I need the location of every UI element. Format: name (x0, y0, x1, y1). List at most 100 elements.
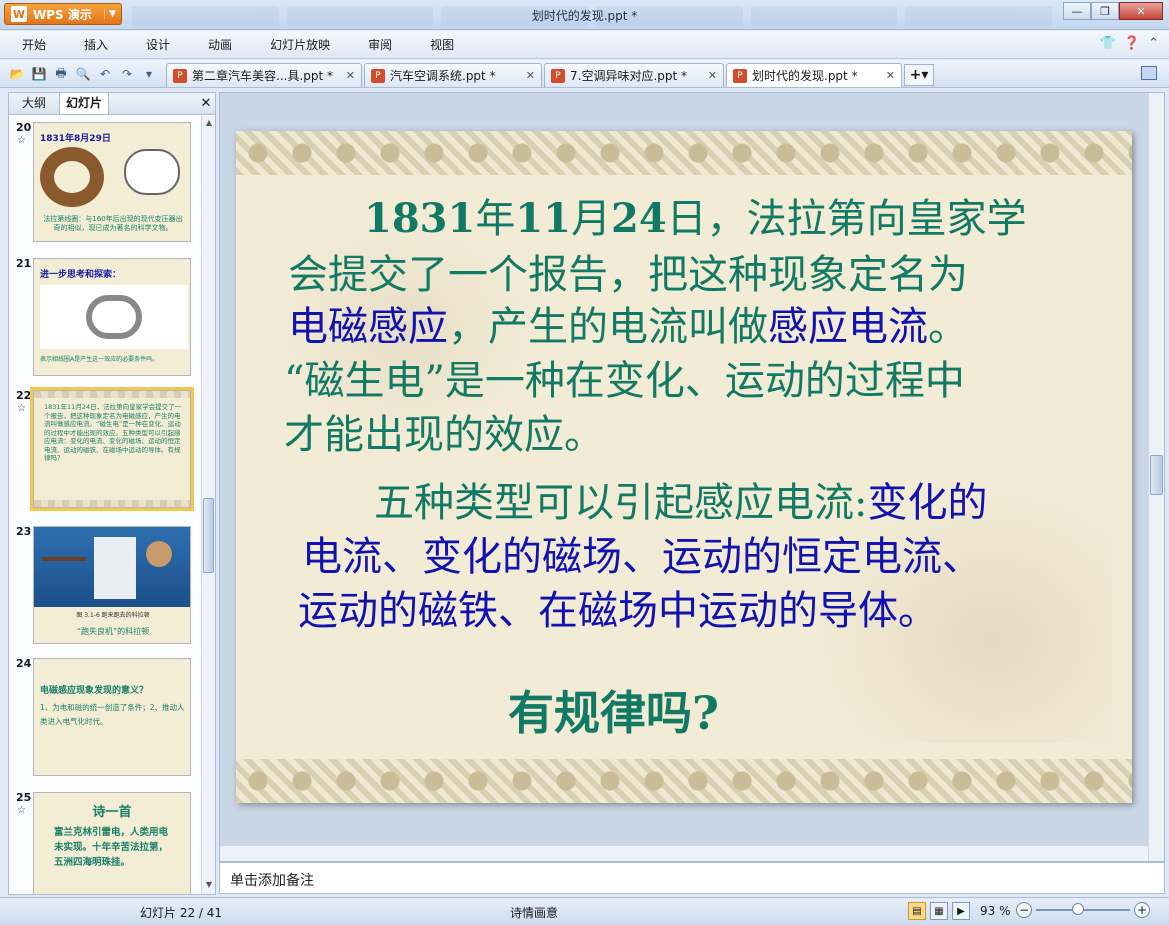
menu-item-design[interactable]: 设计 (146, 36, 170, 53)
slide-bottom-border (236, 759, 1132, 803)
scroll-thumb[interactable] (1150, 455, 1163, 495)
status-bar: 幻灯片 22 / 41 诗情画意 ▤ ▦ ▶ 93 % − + (0, 897, 1169, 925)
ppt-file-icon: P (551, 68, 565, 83)
quick-access-icons: 📂 💾 🖶 🔍 ↶ ↷ ▾ (8, 65, 158, 83)
animation-star-icon: ☆ (17, 403, 26, 414)
thumb-title: 诗一首 (92, 805, 132, 820)
minimize-button[interactable]: — (1063, 2, 1091, 20)
slide-thumbnail-23[interactable]: 23 图 3.1-6 跑来跑去的科拉顿 “跑失良机”的科拉顿 (9, 526, 199, 652)
menu-item-home[interactable]: 开始 (22, 36, 46, 53)
menu-bar: 开始 插入 设计 动画 幻灯片放映 审阅 视图 👕 ❓ ⌃ (0, 31, 1169, 59)
animation-star-icon: ☆ (17, 805, 26, 816)
animation-star-icon: ☆ (17, 135, 26, 146)
thumb-diagram (40, 285, 188, 349)
ppt-file-icon: P (371, 68, 385, 83)
document-tabs: P 第二章汽车美容...具.ppt * ✕ P 汽车空调系统.ppt * ✕ P… (166, 63, 934, 87)
zoom-out-button[interactable]: − (1016, 902, 1032, 918)
notes-pane[interactable]: 单击添加备注 (219, 862, 1165, 894)
doc-tab-label: 划时代的发现.ppt * (752, 69, 858, 83)
open-icon[interactable]: 📂 (8, 65, 26, 83)
menu-item-animation[interactable]: 动画 (208, 36, 232, 53)
circuit-diagram (124, 149, 180, 195)
zoom-in-button[interactable]: + (1134, 902, 1150, 918)
doc-tab-4-active[interactable]: P 划时代的发现.ppt * ✕ (726, 63, 902, 87)
slide-thumbnail-list: 20 ☆ 1831年8月29日 法拉第线圈：与160年后出现的现代变压器出奇的相… (9, 116, 201, 894)
close-panel-icon[interactable]: ✕ (197, 93, 215, 114)
slide-sorter-icon[interactable]: ▦ (930, 902, 948, 920)
scroll-up-icon[interactable]: ▲ (203, 118, 215, 130)
undo-icon[interactable]: ↶ (96, 65, 114, 83)
slide-number: 22 (16, 389, 32, 402)
normal-view-icon[interactable]: ▤ (908, 902, 926, 920)
collapse-ribbon-icon[interactable]: ⌃ (1148, 36, 1159, 51)
slide-preview: 进一步思考和探索： 表示相线圈A是产生这一效应的必要条件吗。 (33, 258, 191, 376)
menu-item-slideshow[interactable]: 幻灯片放映 (270, 36, 330, 53)
view-switcher: ▤ ▦ ▶ (908, 902, 970, 920)
thumb-title: 1831年8月29日 (40, 134, 111, 144)
slides-panel: 大纲 幻灯片 ✕ 20 ☆ 1831年8月29日 法拉第线圈：与160年后出现的… (8, 92, 216, 895)
doc-tab-3[interactable]: P 7.空调异味对应.ppt * ✕ (544, 63, 724, 87)
thumb-text: 1、为电和磁的统一创造了条件；2、推动人类进入电气化时代。 (40, 703, 185, 726)
editor-vertical-scrollbar[interactable] (1148, 93, 1164, 861)
editor-horizontal-scrollbar[interactable] (220, 845, 1148, 861)
thumb-text: 1831年11月24日，法拉第向皇家学会提交了一个报告，把这种现象定名为电磁感应… (44, 403, 182, 462)
window-layout-icon[interactable] (1141, 66, 1157, 80)
wps-app-menu-button[interactable]: W WPS 演示 ▼ (4, 3, 122, 25)
slide-thumbnail-24[interactable]: 24 电磁感应现象发现的意义？ 1、为电和磁的统一创造了条件；2、推动人类进入电… (9, 658, 199, 784)
panel-tabs: 大纲 幻灯片 ✕ (9, 93, 215, 115)
print-preview-icon[interactable]: 🔍 (74, 65, 92, 83)
slide-thumbnail-22-selected[interactable]: 22 ☆ 1831年11月24日，法拉第向皇家学会提交了一个报告，把这种现象定名… (9, 387, 199, 516)
thumb-text: 富兰克林引雷电，人类用电未实现。十年辛苦法拉第，五洲四海明珠挂。 (54, 827, 169, 868)
slide-question: 有规律吗? (508, 686, 719, 740)
quick-access-toolbar: 📂 💾 🖶 🔍 ↶ ↷ ▾ P 第二章汽车美容...具.ppt * ✕ P 汽车… (0, 60, 1169, 88)
slide-preview: 1831年11月24日，法拉第向皇家学会提交了一个报告，把这种现象定名为电磁感应… (30, 387, 194, 511)
window-controls: — ❐ ✕ (1063, 2, 1163, 20)
close-tab-icon[interactable]: ✕ (518, 69, 535, 82)
slide-number: 23 (16, 525, 32, 538)
slideshow-icon[interactable]: ▶ (952, 902, 970, 920)
close-window-button[interactable]: ✕ (1119, 2, 1163, 20)
scroll-down-icon[interactable]: ▼ (203, 880, 215, 892)
tab-outline[interactable]: 大纲 (9, 93, 59, 114)
close-tab-icon[interactable]: ✕ (700, 69, 717, 82)
print-icon[interactable]: 🖶 (52, 65, 70, 83)
help-icon[interactable]: ❓ (1124, 36, 1140, 51)
save-icon[interactable]: 💾 (30, 65, 48, 83)
tab-slides[interactable]: 幻灯片 (59, 93, 109, 114)
thumb-title: 进一步思考和探索： (40, 270, 122, 280)
doc-tab-2[interactable]: P 汽车空调系统.ppt * ✕ (364, 63, 542, 87)
panel-scrollbar[interactable]: ▲ ▼ (201, 116, 215, 894)
slide-top-border (236, 131, 1132, 175)
thumb-illustration (34, 527, 190, 607)
current-slide[interactable]: 1831年11月24日，法拉第向皇家学 会提交了一个报告，把这种现象定名为 电磁… (236, 131, 1132, 803)
slide-thumbnail-20[interactable]: 20 ☆ 1831年8月29日 法拉第线圈：与160年后出现的现代变压器出奇的相… (9, 122, 199, 248)
menu-item-review[interactable]: 审阅 (368, 36, 392, 53)
ppt-file-icon: P (733, 68, 747, 83)
doc-tab-1[interactable]: P 第二章汽车美容...具.ppt * ✕ (166, 63, 362, 87)
new-tab-button[interactable]: +▾ (904, 64, 934, 86)
zoom-slider-handle[interactable] (1072, 903, 1084, 915)
customize-dropdown-icon[interactable]: ▾ (140, 65, 158, 83)
slide-editor: 1831年11月24日，法拉第向皇家学 会提交了一个报告，把这种现象定名为 电磁… (219, 92, 1165, 862)
slide-thumbnail-21[interactable]: 21 进一步思考和探索： 表示相线圈A是产生这一效应的必要条件吗。 (9, 258, 199, 384)
close-tab-icon[interactable]: ✕ (878, 69, 895, 82)
close-tab-icon[interactable]: ✕ (338, 69, 355, 82)
redo-icon[interactable]: ↷ (118, 65, 136, 83)
scroll-thumb[interactable] (203, 498, 214, 573)
slide-line-7: 电流、变化的磁场、运动的恒定电流、 (302, 534, 982, 580)
theme-name: 诗情画意 (510, 906, 559, 920)
menu-item-insert[interactable]: 插入 (84, 36, 108, 53)
slide-line-8: 运动的磁铁、在磁场中运动的导体。 (298, 588, 938, 634)
window-title: 划时代的发现.ppt * (531, 9, 638, 23)
restore-button[interactable]: ❐ (1091, 2, 1119, 20)
thumb-text: 法拉第线圈：与160年后出现的现代变压器出奇的相似，现已成为著名的科学文物。 (43, 215, 183, 232)
slide-preview: 1831年8月29日 法拉第线圈：与160年后出现的现代变压器出奇的相似，现已成… (33, 122, 191, 242)
slide-number: 25 (16, 791, 32, 804)
shirt-icon[interactable]: 👕 (1100, 36, 1116, 51)
menu-item-view[interactable]: 视图 (430, 36, 454, 53)
slide-line-4: “磁生电”是一种在变化、运动的过程中 (284, 358, 965, 404)
slide-line-2: 会提交了一个报告，把这种现象定名为 (288, 252, 968, 298)
slide-position: 幻灯片 22 / 41 (140, 906, 223, 920)
slide-thumbnail-25[interactable]: 25 ☆ 诗一首 富兰克林引雷电，人类用电未实现。十年辛苦法拉第，五洲四海明珠挂… (9, 792, 199, 894)
chevron-down-icon: ▼ (104, 9, 116, 19)
